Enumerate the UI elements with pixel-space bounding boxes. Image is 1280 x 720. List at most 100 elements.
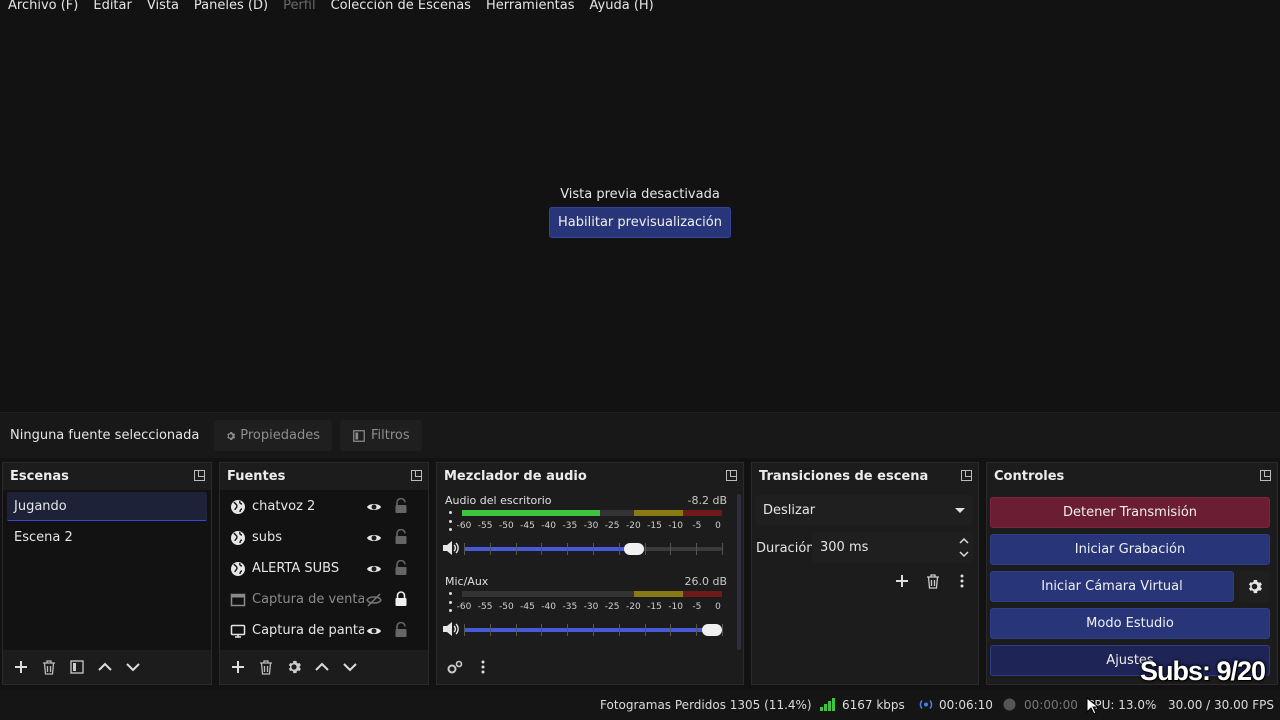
volume-tick	[644, 624, 646, 636]
add-scene-button[interactable]	[9, 655, 33, 679]
meter-tick-label: -30	[583, 602, 599, 612]
add-source-button[interactable]	[226, 655, 250, 679]
filters-label: Filtros	[371, 428, 410, 443]
plus-icon	[15, 661, 27, 673]
volume-tick	[670, 624, 672, 636]
start-virtual-camera-button[interactable]: Iniciar Cámara Virtual	[990, 571, 1234, 602]
window-icon	[230, 592, 246, 608]
undock-icon[interactable]	[411, 470, 422, 481]
mixer-channel-desktop: Audio del escritorio -8.2 dB -60 -55 -50 -4…	[437, 490, 733, 570]
transitions-body: Deslizar Duración 300 ms	[752, 490, 978, 650]
eye-icon[interactable]	[366, 561, 382, 577]
channel-name: Mic/Aux	[445, 575, 489, 588]
source-item[interactable]: Captura de pantalla	[220, 615, 428, 646]
speaker-icon[interactable]	[442, 621, 460, 637]
spin-up-icon[interactable]	[959, 536, 969, 546]
context-bar: Ninguna fuente seleccionada Propiedades …	[0, 412, 1280, 458]
meter-danger-zone	[683, 510, 722, 516]
source-item[interactable]: subs	[220, 522, 428, 553]
transition-select[interactable]: Deslizar	[755, 495, 973, 526]
eye-icon[interactable]	[366, 623, 382, 639]
undock-icon[interactable]	[194, 470, 205, 481]
menu-archivo[interactable]: Archivo (F)	[8, 0, 78, 12]
dropped-frames: Fotogramas Perdidos 1305 (11.4%)	[600, 698, 812, 712]
volume-tick	[696, 543, 698, 555]
scene-filters-button[interactable]	[65, 655, 89, 679]
volume-tick	[618, 543, 620, 555]
source-item[interactable]: ALERTA SUBS	[220, 553, 428, 584]
eye-icon[interactable]	[366, 499, 382, 515]
volume-knob[interactable]	[624, 543, 645, 555]
mixer-scrollbar[interactable]	[737, 494, 741, 650]
studio-mode-button[interactable]: Modo Estudio	[990, 608, 1270, 639]
properties-button[interactable]: Propiedades	[214, 420, 332, 451]
unlock-icon[interactable]	[394, 529, 408, 545]
source-item[interactable]: chatvoz 2	[220, 491, 428, 522]
mouse-cursor-icon	[1086, 697, 1098, 715]
scenes-toolbar	[3, 650, 211, 684]
volume-slider[interactable]	[464, 624, 723, 636]
channel-menu-icon[interactable]	[445, 592, 455, 612]
stop-streaming-button[interactable]: Detener Transmisión	[990, 497, 1270, 528]
source-name: ALERTA SUBS	[252, 561, 340, 576]
eye-off-icon[interactable]	[366, 592, 382, 608]
move-scene-down-button[interactable]	[121, 655, 145, 679]
advanced-audio-button[interactable]	[443, 655, 467, 679]
eye-icon[interactable]	[366, 530, 382, 546]
volume-knob[interactable]	[701, 624, 722, 636]
volume-tick	[464, 624, 465, 636]
move-source-up-button[interactable]	[310, 655, 334, 679]
remove-transition-button[interactable]	[922, 570, 944, 592]
remove-source-button[interactable]	[254, 655, 278, 679]
enable-preview-button[interactable]: Habilitar previsualización	[549, 207, 731, 238]
menu-coleccion-escenas[interactable]: Colección de Escenas	[331, 0, 471, 12]
undock-icon[interactable]	[726, 470, 737, 481]
menu-perfil[interactable]: Perfil	[283, 0, 316, 12]
move-scene-up-button[interactable]	[93, 655, 117, 679]
volume-tick	[644, 543, 646, 555]
transition-properties-button[interactable]	[951, 570, 973, 592]
filter-icon	[353, 429, 365, 442]
scene-item-jugando[interactable]: Jugando	[7, 492, 207, 521]
source-properties-button[interactable]	[282, 655, 306, 679]
scenes-list: Jugando Escena 2	[3, 490, 211, 650]
menu-editar[interactable]: Editar	[93, 0, 132, 12]
source-name: Captura de pantalla	[252, 623, 364, 638]
spin-down-icon[interactable]	[959, 549, 969, 559]
start-recording-button[interactable]: Iniciar Grabación	[990, 534, 1270, 565]
add-transition-button[interactable]	[891, 570, 913, 592]
virtual-camera-settings-button[interactable]	[1239, 571, 1270, 602]
source-item[interactable]: Captura de ventana	[220, 584, 428, 615]
filters-button[interactable]: Filtros	[340, 420, 422, 451]
duration-input[interactable]: 300 ms	[812, 532, 973, 563]
dropdown-caret-icon	[955, 508, 965, 513]
transitions-title: Transiciones de escena	[759, 469, 929, 484]
unlock-icon[interactable]	[394, 498, 408, 514]
remove-scene-button[interactable]	[37, 655, 61, 679]
menu-vista[interactable]: Vista	[147, 0, 179, 12]
meter-scale: -60 -55 -50 -45 -40 -35 -30 -25 -20 -15 -10 -5 0	[457, 519, 724, 531]
unlock-icon[interactable]	[394, 560, 408, 576]
channel-menu-icon[interactable]	[445, 511, 455, 531]
controls-title: Controles	[994, 469, 1065, 484]
scene-item-escena-2[interactable]: Escena 2	[7, 523, 207, 552]
move-source-down-button[interactable]	[338, 655, 362, 679]
fps: 30.00 / 30.00 FPS	[1168, 698, 1274, 712]
menu-herramientas[interactable]: Herramientas	[486, 0, 575, 12]
undock-icon[interactable]	[1260, 470, 1271, 481]
mixer-menu-button[interactable]	[471, 655, 495, 679]
channel-db: -8.2 dB	[687, 494, 728, 507]
duration-value: 300 ms	[820, 540, 869, 555]
undock-icon[interactable]	[961, 470, 972, 481]
sources-title: Fuentes	[227, 469, 286, 484]
unlock-icon[interactable]	[394, 622, 408, 638]
menu-ayuda[interactable]: Ayuda (H)	[590, 0, 654, 12]
meter-tick-label: 0	[715, 521, 721, 531]
channel-db: 26.0 dB	[684, 575, 727, 588]
lock-icon[interactable]	[394, 591, 408, 607]
speaker-icon[interactable]	[442, 540, 460, 556]
gear-icon	[288, 660, 301, 674]
volume-slider[interactable]	[464, 543, 723, 555]
volume-tick	[515, 624, 517, 636]
menu-paneles[interactable]: Paneles (D)	[194, 0, 268, 12]
